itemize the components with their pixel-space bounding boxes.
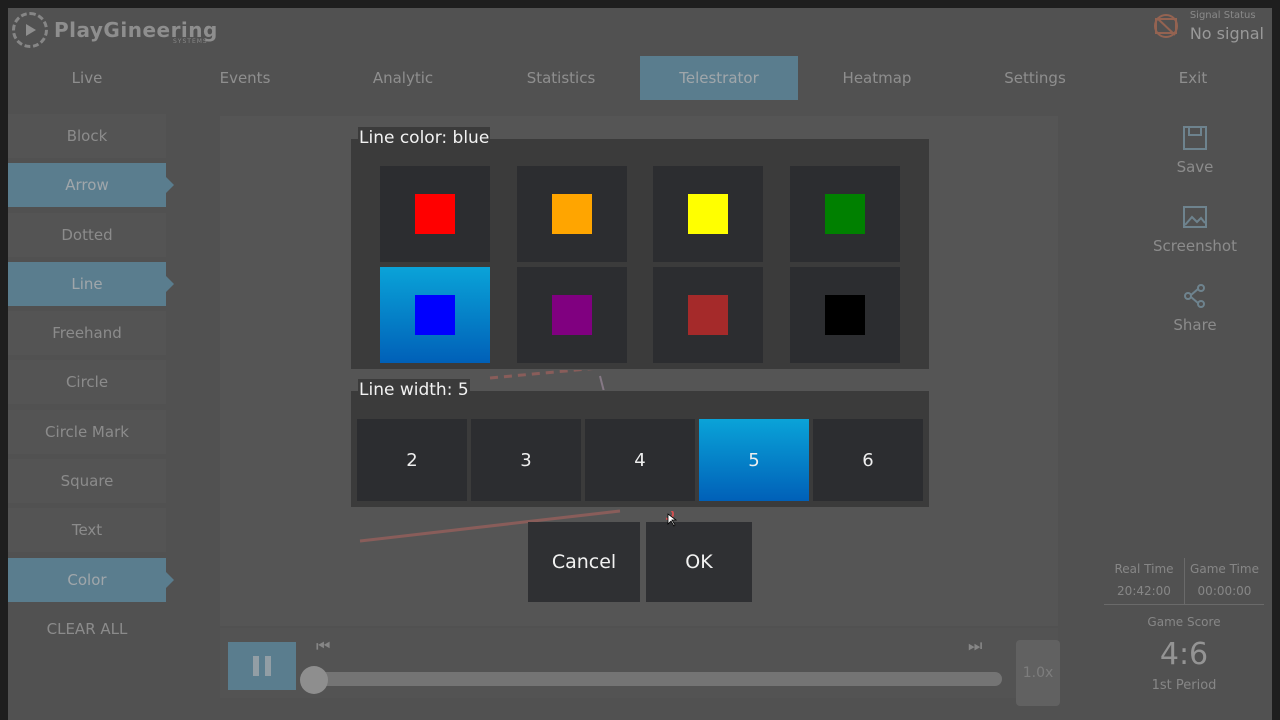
color-option-purple[interactable]: [517, 267, 627, 363]
color-option-black[interactable]: [790, 267, 900, 363]
line-color-legend: Line color: blue: [358, 127, 491, 149]
width-option-4[interactable]: 4: [585, 419, 695, 501]
mouse-cursor-icon: [666, 511, 678, 527]
width-option-3[interactable]: 3: [471, 419, 581, 501]
color-swatch: [552, 194, 592, 234]
color-swatch: [825, 194, 865, 234]
ok-button[interactable]: OK: [646, 522, 752, 602]
color-option-yellow[interactable]: [653, 166, 763, 262]
width-option-2[interactable]: 2: [357, 419, 467, 501]
color-swatch: [415, 194, 455, 234]
line-width-group: Line width: 5 2 3 4 5 6: [350, 379, 930, 508]
width-option-5[interactable]: 5: [699, 419, 809, 501]
color-option-blue[interactable]: [380, 267, 490, 363]
color-swatch: [825, 295, 865, 335]
color-swatch: [688, 295, 728, 335]
color-option-brown[interactable]: [653, 267, 763, 363]
cancel-button[interactable]: Cancel: [528, 522, 640, 602]
color-swatch: [415, 295, 455, 335]
line-width-legend: Line width: 5: [358, 379, 470, 401]
width-option-6[interactable]: 6: [813, 419, 923, 501]
color-swatch: [688, 194, 728, 234]
color-option-orange[interactable]: [517, 166, 627, 262]
color-option-red[interactable]: [380, 166, 490, 262]
line-color-group: Line color: blue: [350, 127, 930, 370]
color-swatch: [552, 295, 592, 335]
color-option-green[interactable]: [790, 166, 900, 262]
